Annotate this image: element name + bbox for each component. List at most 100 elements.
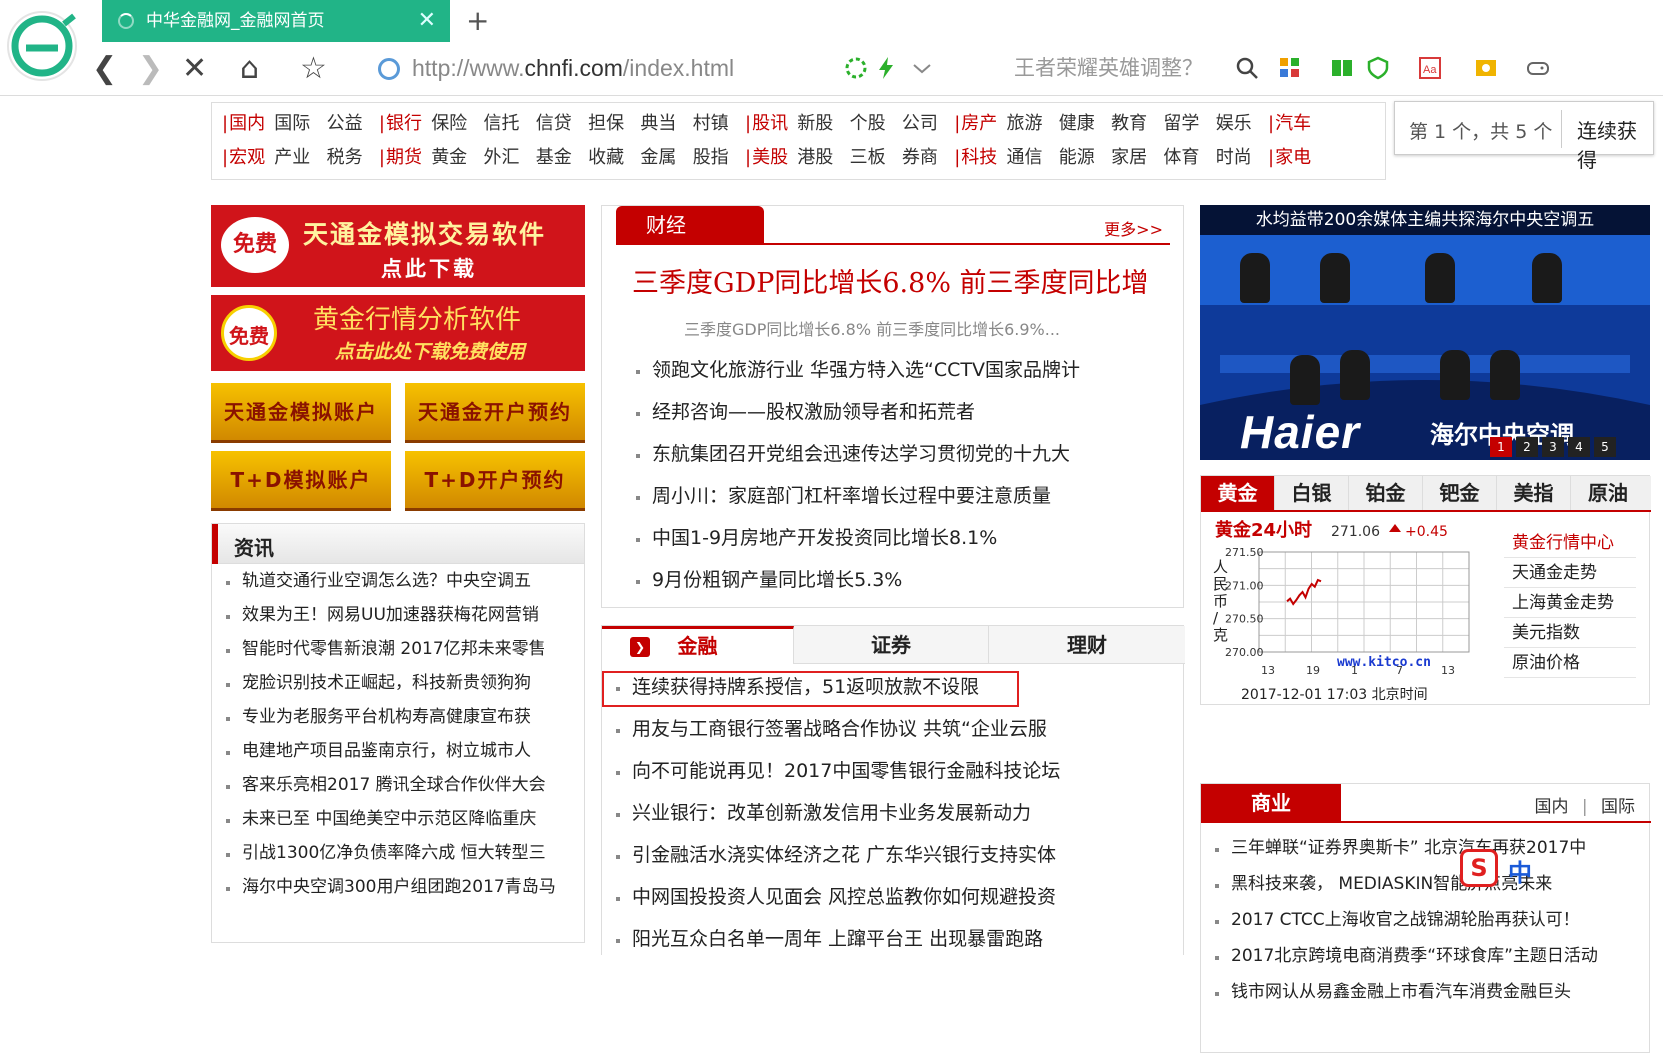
gold-link[interactable]: 美元指数	[1504, 618, 1636, 648]
category-link[interactable]: 国内	[222, 109, 265, 135]
category-link[interactable]: 外汇	[484, 143, 520, 169]
gold-link[interactable]: 原油价格	[1504, 648, 1636, 678]
browser-tab[interactable]: 中华金融网_金融网首页 ✕	[102, 0, 450, 42]
search-input[interactable]: 王者荣耀英雄调整？	[1000, 48, 1320, 88]
category-link[interactable]: 典当	[640, 109, 676, 135]
tab-wealth[interactable]: 理财	[989, 626, 1185, 664]
ad-simulation-software[interactable]: 免费 天通金模拟交易软件 点此下载	[211, 205, 585, 287]
gold-link[interactable]: 上海黄金走势	[1504, 588, 1636, 618]
banner-page-1[interactable]: 1	[1490, 437, 1512, 457]
category-link[interactable]: 港股	[797, 143, 833, 169]
tab-finance[interactable]: ❯ 金融	[602, 626, 794, 664]
banner-page-4[interactable]: 4	[1568, 437, 1590, 457]
category-link[interactable]: 信托	[484, 109, 520, 135]
search-icon[interactable]	[1235, 56, 1259, 80]
domestic-link[interactable]: 国内	[1534, 797, 1568, 817]
more-link[interactable]: 更多>>	[1104, 216, 1163, 240]
find-bar[interactable]: 第 1 个，共 5 个 连续获得	[1394, 101, 1654, 172]
refresh-extension-icon[interactable]	[844, 56, 868, 80]
list-item[interactable]: 引战1300亿净负债率降六成 恒大转型三	[212, 836, 584, 870]
category-link[interactable]: 信贷	[536, 109, 572, 135]
category-link[interactable]: 时尚	[1216, 143, 1252, 169]
banner-page-5[interactable]: 5	[1594, 437, 1616, 457]
international-link[interactable]: 国际	[1601, 797, 1635, 817]
tab-palladium[interactable]: 钯金	[1423, 476, 1497, 510]
category-link[interactable]: 股指	[693, 143, 729, 169]
list-item[interactable]: 黑科技来袭， MEDIASKIN智能屏点亮未来	[1201, 866, 1647, 902]
category-link[interactable]: 股讯	[745, 109, 788, 135]
td-open-account-button[interactable]: T+D开户预约	[405, 451, 585, 511]
stop-icon[interactable]: ✕	[182, 50, 207, 88]
list-item[interactable]: 钱市网认从易鑫金融上市看汽车消费金融巨头	[1201, 974, 1647, 1010]
apps-icon[interactable]	[1278, 56, 1302, 80]
banner-page-2[interactable]: 2	[1516, 437, 1538, 457]
tab-crude-oil[interactable]: 原油	[1571, 476, 1645, 510]
list-item[interactable]: 电建地产项目品鉴南京行，树立城市人	[212, 734, 584, 768]
reader-icon[interactable]	[1330, 56, 1354, 80]
tab-silver[interactable]: 白银	[1275, 476, 1349, 510]
list-item[interactable]: 领跑文化旅游行业 华强方特入选“CCTV国家品牌计	[622, 349, 1162, 391]
banner-page-3[interactable]: 3	[1542, 437, 1564, 457]
list-item[interactable]: 2017北京跨境电商消费季“环球食库”主题日活动	[1201, 938, 1647, 974]
category-link[interactable]: 券商	[902, 143, 938, 169]
list-item[interactable]: 轨道交通行业空调怎么选？中央空调五	[212, 564, 584, 598]
list-item[interactable]: 9月份粗钢产量同比增长5.3%	[622, 559, 1162, 601]
category-link[interactable]: 收藏	[588, 143, 624, 169]
shield-icon[interactable]	[1366, 56, 1390, 80]
category-link[interactable]: 公益	[327, 109, 363, 135]
list-item[interactable]: 阳光互众白名单一周年 上蹿平台王 出现暴雷跑路	[602, 918, 1182, 960]
screenshot-icon[interactable]	[1474, 56, 1498, 80]
td-sim-account-button[interactable]: T+D模拟账户	[211, 451, 391, 511]
tongjin-open-account-button[interactable]: 天通金开户预约	[405, 383, 585, 443]
category-link[interactable]: 公司	[902, 109, 938, 135]
translate-icon[interactable]: Aa	[1418, 56, 1442, 80]
category-link[interactable]: 金属	[640, 143, 676, 169]
list-item[interactable]: 东航集团召开党组会迅速传达学习贯彻党的十九大	[622, 433, 1162, 475]
tab-dollar-index[interactable]: 美指	[1497, 476, 1571, 510]
gamepad-icon[interactable]	[1526, 56, 1550, 80]
list-item[interactable]: 宠脸识别技术正崛起，科技新贵领狗狗	[212, 666, 584, 700]
list-item[interactable]: 2017 CTCC上海收官之战锦湖轮胎再获认可！	[1201, 902, 1647, 938]
list-item[interactable]: 客来乐亮相2017 腾讯全球合作伙伴大会	[212, 768, 584, 802]
category-link[interactable]: 体育	[1163, 143, 1199, 169]
category-link[interactable]: 留学	[1163, 109, 1199, 135]
tab-securities[interactable]: 证券	[794, 626, 989, 664]
category-link[interactable]: 健康	[1059, 109, 1095, 135]
ime-toolbar[interactable]: S 中	[1460, 849, 1580, 889]
list-item[interactable]: 中网国投投资人见面会 风控总监教你如何规避投资	[602, 876, 1182, 918]
category-link[interactable]: 家电	[1268, 143, 1311, 169]
category-link[interactable]: 通信	[1007, 143, 1043, 169]
category-link[interactable]: 基金	[536, 143, 572, 169]
list-item[interactable]: 海尔中央空调300用户组团跑2017青岛马	[212, 870, 584, 904]
category-link[interactable]: 期货	[379, 143, 422, 169]
list-item[interactable]: 引金融活水浇实体经济之花 广东华兴银行支持实体	[602, 834, 1182, 876]
find-input[interactable]: 连续获得	[1577, 115, 1653, 173]
gold-link[interactable]: 黄金行情中心	[1504, 528, 1636, 558]
ad-gold-analysis[interactable]: 免费 黄金行情分析软件 点击此处下载免费使用	[211, 295, 585, 371]
list-item[interactable]: 用友与工商银行签署战略合作协议 共筑“企业云服	[602, 708, 1182, 750]
category-link[interactable]: 新股	[797, 109, 833, 135]
back-icon[interactable]: ❮	[92, 50, 117, 88]
list-item[interactable]: 专业为老服务平台机构寿高健康宣布获	[212, 700, 584, 734]
category-link[interactable]: 个股	[850, 109, 886, 135]
category-link[interactable]: 三板	[850, 143, 886, 169]
forward-icon[interactable]: ❯	[138, 50, 163, 88]
list-item[interactable]: 经邦咨询——股权激励领导者和拓荒者	[622, 391, 1162, 433]
list-item[interactable]: 效果为王！网易UU加速器获梅花网营销	[212, 598, 584, 632]
home-icon[interactable]: ⌂	[240, 50, 259, 88]
gold-link[interactable]: 天通金走势	[1504, 558, 1636, 588]
category-link[interactable]: 美股	[745, 143, 788, 169]
lightning-icon[interactable]	[874, 56, 898, 80]
category-link[interactable]: 宏观	[222, 143, 265, 169]
list-item[interactable]: 三年蝉联“证券界奥斯卡” 北京汽车再获2017中	[1201, 830, 1647, 866]
list-item[interactable]: 智能时代零售新浪潮 2017亿邦未来零售	[212, 632, 584, 666]
list-item[interactable]: 向不可能说再见！2017中国零售银行金融科技论坛	[602, 750, 1182, 792]
favorite-star-icon[interactable]: ☆	[300, 50, 327, 88]
list-item[interactable]: 兴业银行：改革创新激发信用卡业务发展新动力	[602, 792, 1182, 834]
category-link[interactable]: 银行	[379, 109, 422, 135]
tab-close-icon[interactable]: ✕	[418, 0, 436, 42]
url-text[interactable]: http://www.chnfi.com/index.html	[412, 48, 734, 88]
business-tab[interactable]: 商业	[1201, 784, 1341, 822]
tongjin-sim-account-button[interactable]: 天通金模拟账户	[211, 383, 391, 443]
tab-platinum[interactable]: 铂金	[1349, 476, 1423, 510]
